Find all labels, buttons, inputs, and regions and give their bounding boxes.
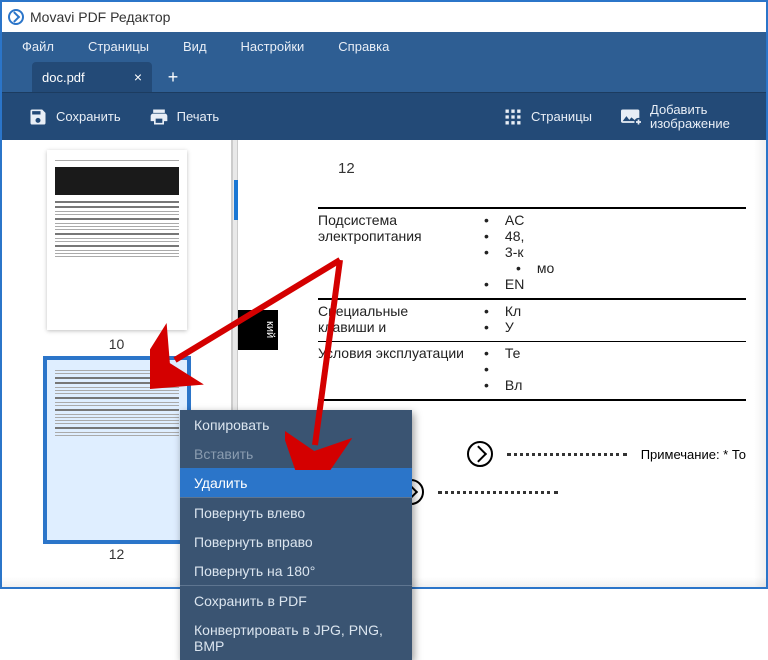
window-title: Movavi PDF Редактор — [30, 9, 170, 25]
table-row: Специальные клавиши и Кл У — [318, 300, 746, 342]
save-button[interactable]: Сохранить — [14, 93, 135, 141]
ctx-delete[interactable]: Удалить — [180, 468, 412, 497]
title-bar: Movavi PDF Редактор — [2, 2, 766, 32]
compass-icon — [467, 441, 493, 467]
app-logo-icon — [8, 9, 24, 25]
tab-strip: doc.pdf × + — [2, 60, 766, 92]
ctx-rotate-left[interactable]: Повернуть влево — [180, 498, 412, 527]
note-text: Примечание: * То — [641, 447, 746, 462]
thumb-10-wrap[interactable]: 10 — [47, 150, 187, 352]
table-row: Условия эксплуатации Те Вл — [318, 342, 746, 401]
tab-doc-pdf[interactable]: doc.pdf × — [32, 62, 152, 92]
page-number: 12 — [278, 160, 746, 177]
new-tab-button[interactable]: + — [158, 62, 188, 92]
row-label: Подсистема электропитания — [318, 212, 468, 292]
ctx-convert[interactable]: Конвертировать в JPG, PNG, BMP — [180, 615, 412, 660]
pages-label: Страницы — [531, 109, 592, 124]
print-button[interactable]: Печать — [135, 93, 234, 141]
ctx-save-pdf[interactable]: Сохранить в PDF — [180, 586, 412, 615]
grid-icon — [503, 107, 523, 127]
menu-settings[interactable]: Настройки — [231, 32, 329, 60]
context-menu: Копировать Вставить Удалить Повернуть вл… — [180, 410, 412, 660]
toolbar: Сохранить Печать Страницы Добавить изобр… — [2, 92, 766, 140]
thumb-10-number: 10 — [109, 336, 125, 352]
add-image-button[interactable]: Добавить изображение — [606, 93, 754, 141]
add-image-icon — [620, 107, 642, 127]
ctx-rotate-right[interactable]: Повернуть вправо — [180, 527, 412, 556]
row-values: AC 48, 3-к мо EN — [468, 212, 746, 292]
print-label: Печать — [177, 109, 220, 124]
ctx-rotate-180[interactable]: Повернуть на 180° — [180, 556, 412, 585]
add-image-label: Добавить изображение — [650, 103, 740, 131]
thumb-12-number: 12 — [109, 546, 125, 562]
tab-label: doc.pdf — [42, 70, 85, 85]
menu-bar: Файл Страницы Вид Настройки Справка — [2, 32, 766, 60]
page-sideband: кий — [238, 310, 278, 350]
thumb-page-12-selected[interactable] — [47, 360, 187, 540]
row-values: Те Вл — [468, 345, 746, 393]
thumb-page-10[interactable] — [47, 150, 187, 330]
save-icon — [28, 107, 48, 127]
row-values: Кл У — [468, 303, 746, 335]
spec-table: Подсистема электропитания AC 48, 3-к мо … — [318, 207, 746, 401]
ctx-paste: Вставить — [180, 439, 412, 468]
table-row: Подсистема электропитания AC 48, 3-к мо … — [318, 209, 746, 300]
tab-close-icon[interactable]: × — [134, 69, 142, 85]
thumb-12-wrap[interactable]: 12 — [47, 360, 187, 562]
ctx-copy[interactable]: Копировать — [180, 410, 412, 439]
save-label: Сохранить — [56, 109, 121, 124]
row-label: Условия эксплуатации — [318, 345, 468, 393]
menu-file[interactable]: Файл — [12, 32, 78, 60]
row-label: Специальные клавиши и — [318, 303, 468, 335]
menu-view[interactable]: Вид — [173, 32, 231, 60]
pages-button[interactable]: Страницы — [489, 93, 606, 141]
print-icon — [149, 107, 169, 127]
menu-help[interactable]: Справка — [328, 32, 413, 60]
menu-pages[interactable]: Страницы — [78, 32, 173, 60]
